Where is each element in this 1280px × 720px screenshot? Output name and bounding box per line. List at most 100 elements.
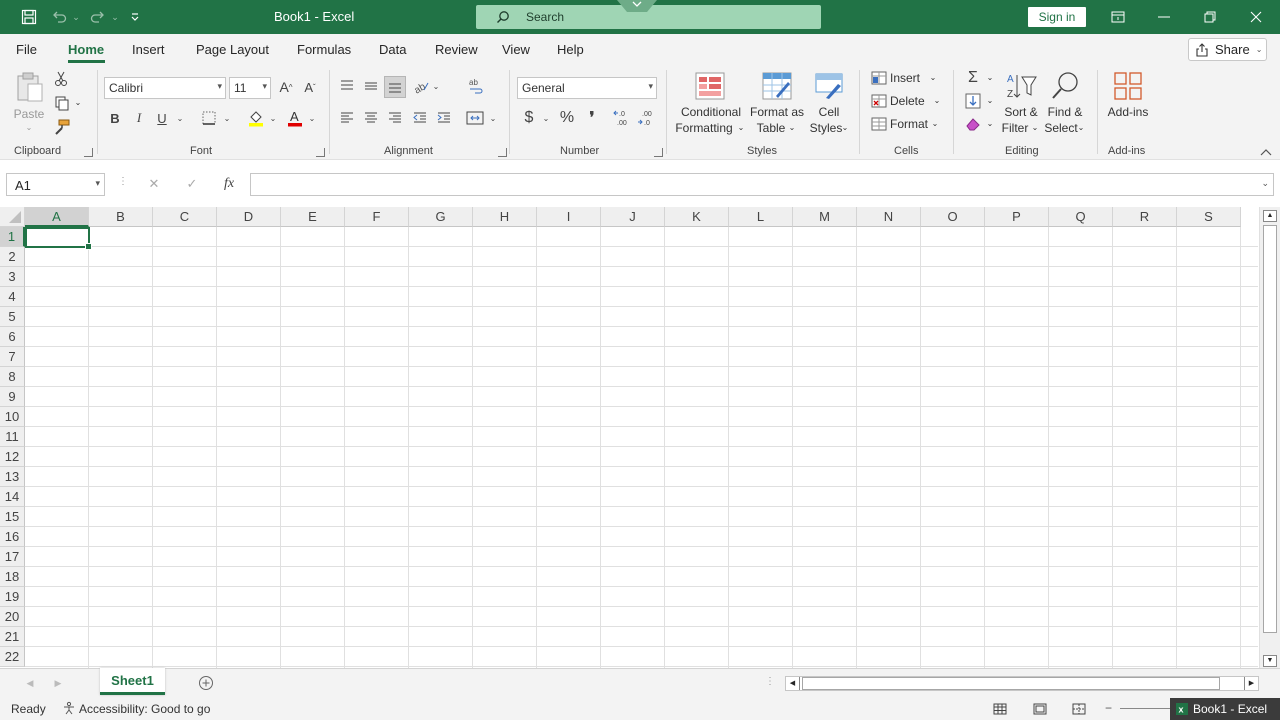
page-layout-view-icon[interactable] — [1030, 700, 1050, 718]
middle-align-icon[interactable] — [361, 76, 381, 96]
scroll-right-icon[interactable]: ▶ — [1244, 677, 1258, 690]
next-sheet-icon[interactable]: ▶ — [52, 676, 64, 690]
redo-dropdown-icon[interactable]: ⌄ — [110, 8, 120, 26]
column-header-c[interactable]: C — [153, 207, 217, 227]
tab-review[interactable]: Review — [435, 42, 478, 57]
column-header-b[interactable]: B — [89, 207, 153, 227]
currency-dropdown-icon[interactable]: ⌄ — [540, 110, 552, 126]
insert-function-icon[interactable]: fx — [219, 175, 239, 193]
delete-cells-icon[interactable] — [870, 93, 888, 109]
column-header-a[interactable]: A — [25, 207, 89, 227]
sort-filter-label-line1[interactable]: Sort & — [1000, 104, 1042, 120]
column-header-l[interactable]: L — [729, 207, 793, 227]
fill-dropdown-icon[interactable]: ⌄ — [985, 93, 995, 109]
sign-in-button[interactable]: Sign in — [1028, 7, 1086, 27]
row-header-15[interactable]: 15 — [0, 507, 25, 527]
formula-input[interactable]: ⌄ — [250, 173, 1274, 196]
close-icon[interactable] — [1243, 6, 1269, 28]
cancel-entry-icon[interactable]: ✕ — [146, 176, 162, 192]
row-header-8[interactable]: 8 — [0, 367, 25, 387]
row-header-12[interactable]: 12 — [0, 447, 25, 467]
ribbon-display-options-icon[interactable] — [1105, 6, 1131, 28]
conditional-formatting-icon[interactable] — [694, 70, 726, 102]
vertical-scrollbar[interactable]: ▲ ▼ — [1259, 207, 1280, 668]
currency-icon[interactable]: $ — [519, 108, 539, 128]
format-as-table-icon[interactable] — [761, 70, 793, 102]
chevron-down-icon[interactable]: ⌄ — [1030, 120, 1040, 136]
decrease-decimal-icon[interactable]: .00.0 — [636, 108, 658, 128]
row-header-22[interactable]: 22 — [0, 647, 25, 667]
customize-quick-access-icon[interactable] — [128, 8, 142, 26]
autosum-icon[interactable]: Σ — [964, 69, 982, 87]
alignment-dialog-launcher[interactable] — [498, 148, 507, 157]
bold-button[interactable]: B — [106, 108, 124, 128]
save-icon[interactable] — [19, 8, 39, 26]
column-header-j[interactable]: J — [601, 207, 665, 227]
row-header-21[interactable]: 21 — [0, 627, 25, 647]
column-header-r[interactable]: R — [1113, 207, 1177, 227]
row-header-13[interactable]: 13 — [0, 467, 25, 487]
scroll-down-icon[interactable]: ▼ — [1263, 655, 1277, 667]
decrease-indent-icon[interactable] — [410, 108, 430, 128]
sort-filter-label-line2[interactable]: Filter — [998, 120, 1032, 136]
column-header-e[interactable]: E — [281, 207, 345, 227]
page-break-view-icon[interactable] — [1069, 700, 1089, 718]
column-header-o[interactable]: O — [921, 207, 985, 227]
paste-icon[interactable] — [14, 70, 46, 104]
clipboard-dialog-launcher[interactable] — [84, 148, 93, 157]
align-left-icon[interactable] — [337, 108, 357, 128]
conditional-formatting-label-line1[interactable]: Conditional — [674, 104, 748, 120]
fill-color-dropdown-icon[interactable]: ⌄ — [267, 110, 279, 126]
copy-dropdown-icon[interactable]: ⌄ — [73, 95, 83, 111]
confirm-entry-icon[interactable]: ✓ — [184, 176, 200, 192]
redo-icon[interactable] — [88, 8, 108, 26]
find-select-label-line1[interactable]: Find & — [1044, 104, 1086, 120]
chevron-down-icon[interactable]: ⌄ — [932, 93, 942, 109]
find-select-icon[interactable] — [1049, 70, 1081, 102]
splitter-handle-icon[interactable]: ⋮ — [118, 176, 128, 192]
row-header-6[interactable]: 6 — [0, 327, 25, 347]
format-cells-label[interactable]: Format — [890, 116, 930, 132]
cells-area[interactable] — [25, 227, 1258, 668]
align-right-icon[interactable] — [385, 108, 405, 128]
format-cells-icon[interactable] — [870, 116, 888, 132]
font-color-icon[interactable]: A — [285, 108, 305, 128]
row-header-10[interactable]: 10 — [0, 407, 25, 427]
restore-icon[interactable] — [1197, 6, 1223, 28]
horizontal-scroll-thumb[interactable] — [802, 677, 1220, 690]
copy-icon[interactable] — [52, 94, 72, 112]
row-header-9[interactable]: 9 — [0, 387, 25, 407]
clear-dropdown-icon[interactable]: ⌄ — [985, 116, 995, 132]
column-header-k[interactable]: K — [665, 207, 729, 227]
comma-style-icon[interactable]: ❜ — [583, 108, 601, 128]
clear-icon[interactable] — [964, 115, 982, 133]
row-header-14[interactable]: 14 — [0, 487, 25, 507]
chevron-down-icon[interactable]: ⌄ — [787, 120, 797, 136]
underline-button[interactable]: U — [153, 108, 171, 128]
italic-button[interactable]: I — [130, 108, 148, 128]
active-cell-a1[interactable] — [25, 227, 92, 250]
cut-icon[interactable] — [52, 70, 70, 88]
column-header-f[interactable]: F — [345, 207, 409, 227]
collapse-ribbon-icon[interactable] — [1258, 146, 1274, 158]
wrap-text-icon[interactable]: ab — [466, 76, 486, 96]
row-header-17[interactable]: 17 — [0, 547, 25, 567]
row-header-16[interactable]: 16 — [0, 527, 25, 547]
undo-dropdown-icon[interactable]: ⌄ — [71, 8, 81, 26]
tab-file[interactable]: File — [16, 42, 37, 57]
column-header-d[interactable]: D — [217, 207, 281, 227]
column-header-i[interactable]: I — [537, 207, 601, 227]
paste-dropdown-icon[interactable]: ⌄ — [22, 120, 36, 136]
add-ins-icon[interactable] — [1112, 70, 1144, 102]
font-size-combo[interactable]: 11 ▾ — [229, 77, 271, 99]
merge-dropdown-icon[interactable]: ⌄ — [487, 110, 499, 126]
chevron-down-icon[interactable]: ⌄ — [736, 120, 746, 136]
horizontal-scrollbar[interactable]: ◀ ▶ — [785, 676, 1259, 691]
orientation-icon[interactable]: ab — [411, 76, 431, 96]
number-format-combo[interactable]: General ▾ — [517, 77, 657, 99]
decrease-font-size-icon[interactable]: Aˇ — [300, 77, 320, 97]
row-header-1[interactable]: 1 — [0, 227, 25, 247]
column-header-n[interactable]: N — [857, 207, 921, 227]
row-header-11[interactable]: 11 — [0, 427, 25, 447]
merge-center-icon[interactable] — [465, 108, 485, 128]
